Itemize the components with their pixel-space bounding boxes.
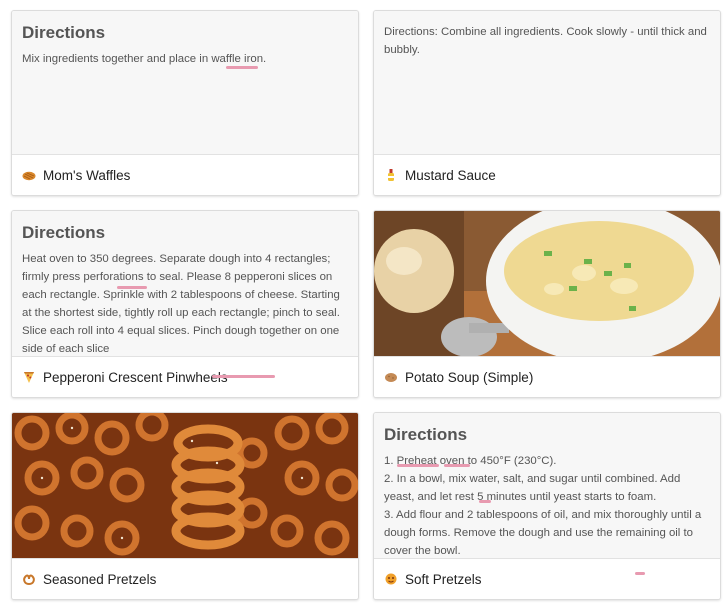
- directions-heading: Directions: [384, 425, 468, 444]
- card-body: Directions 1. Preheat oven to 450°F (230…: [374, 413, 720, 559]
- recipe-card[interactable]: Seasoned Pretzels: [11, 412, 359, 600]
- recipe-card[interactable]: Directions 1. Preheat oven to 450°F (230…: [373, 412, 721, 600]
- directions-heading: Directions: [22, 23, 106, 42]
- card-body: Directions Heat oven to 350 degrees. Sep…: [12, 211, 358, 357]
- recipe-title[interactable]: Soft Pretzels: [405, 572, 482, 587]
- potato-icon: [385, 373, 397, 382]
- recipe-title[interactable]: Mom's Waffles: [43, 168, 130, 183]
- recipe-title[interactable]: Potato Soup (Simple): [405, 370, 533, 385]
- card-footer[interactable]: Pepperoni Crescent Pinwheels: [12, 356, 358, 397]
- recipe-card[interactable]: Directions Mix ingredients together and …: [11, 10, 359, 196]
- spellcheck-mark: [226, 66, 258, 69]
- card-footer[interactable]: Potato Soup (Simple): [374, 356, 720, 397]
- directions-heading: Directions: [22, 223, 106, 242]
- spellcheck-mark: [397, 464, 439, 467]
- mustard-icon: [388, 169, 394, 181]
- recipe-title[interactable]: Pepperoni Crescent Pinwheels: [43, 370, 228, 385]
- card-body: Directions Mix ingredients together and …: [12, 11, 358, 153]
- directions-text: Mix ingredients together and place in wa…: [22, 53, 267, 65]
- directions-text: Directions: Combine all ingredients. Coo…: [384, 26, 707, 56]
- spellcheck-mark: [444, 464, 470, 467]
- recipe-photo: [374, 211, 720, 357]
- recipe-card[interactable]: Potato Soup (Simple): [373, 210, 721, 398]
- direction-step: 1. Preheat oven to 450°F (230°C).: [384, 455, 557, 467]
- card-footer[interactable]: Mustard Sauce: [374, 154, 720, 195]
- potato-soup-photo: [374, 211, 720, 357]
- pretzels-photo: [12, 413, 358, 559]
- recipe-title[interactable]: Seasoned Pretzels: [43, 572, 156, 587]
- card-body: Directions: Combine all ingredients. Coo…: [374, 11, 720, 153]
- pretzel-face-icon: [385, 573, 397, 585]
- directions-text: 1. Preheat oven to 450°F (230°C). 2. In …: [384, 452, 710, 559]
- card-footer[interactable]: Mom's Waffles: [12, 154, 358, 195]
- spellcheck-mark: [212, 375, 275, 378]
- recipe-title[interactable]: Mustard Sauce: [405, 168, 496, 183]
- spellcheck-mark: [117, 286, 147, 289]
- spellcheck-mark: [479, 500, 491, 503]
- direction-step: 3. Add flour and 2 tablespoons of oil, a…: [384, 509, 702, 557]
- directions-text: Heat oven to 350 degrees. Separate dough…: [22, 253, 340, 355]
- card-footer[interactable]: Soft Pretzels: [374, 558, 720, 599]
- recipe-card[interactable]: Directions: Combine all ingredients. Coo…: [373, 10, 721, 196]
- recipe-photo: [12, 413, 358, 559]
- waffle-icon: [22, 171, 36, 181]
- direction-step: 2. In a bowl, mix water, salt, and sugar…: [384, 473, 681, 503]
- card-footer[interactable]: Seasoned Pretzels: [12, 558, 358, 599]
- recipe-card[interactable]: Directions Heat oven to 350 degrees. Sep…: [11, 210, 359, 398]
- pizza-icon: [24, 372, 34, 383]
- spellcheck-mark: [635, 572, 645, 575]
- pretzel-icon: [23, 574, 35, 586]
